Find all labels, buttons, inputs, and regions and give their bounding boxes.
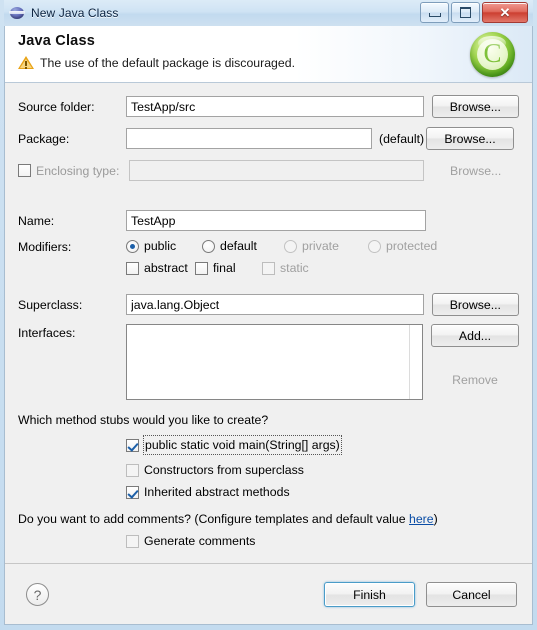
- checkbox-abstract-label: abstract: [144, 261, 188, 275]
- modifier-radio-protected: protected: [368, 239, 437, 253]
- header-message: The use of the default package is discou…: [40, 55, 295, 70]
- package-label: Package:: [18, 131, 70, 146]
- interfaces-row: Interfaces: Add... Remove: [18, 324, 519, 400]
- checkbox-final-label: final: [213, 261, 236, 275]
- superclass-label: Superclass:: [18, 297, 83, 312]
- stub-main-method-option[interactable]: public static void main(String[] args): [126, 435, 519, 455]
- interfaces-remove-button: Remove: [431, 368, 519, 391]
- modifier-radio-default[interactable]: default: [202, 239, 284, 253]
- maximize-button[interactable]: [451, 2, 480, 23]
- interfaces-listbox[interactable]: [126, 324, 423, 400]
- name-row: Name:: [18, 210, 519, 231]
- title-bar[interactable]: New Java Class ✕: [4, 0, 533, 26]
- package-default-hint: (default): [379, 131, 425, 146]
- modifier-checkbox-abstract[interactable]: abstract: [126, 261, 195, 275]
- new-java-class-dialog: New Java Class ✕ Java Class The use of t…: [0, 0, 537, 630]
- form-body: Source folder: Browse... Package: (defau…: [5, 95, 532, 576]
- wizard-header: Java Class The use of the default packag…: [5, 26, 532, 83]
- minimize-button[interactable]: [420, 2, 449, 23]
- method-stubs-question: Which method stubs would you like to cre…: [18, 413, 269, 427]
- stub-main-method-label: public static void main(String[] args): [145, 438, 340, 452]
- modifier-radio-private: private: [284, 239, 368, 253]
- window-title: New Java Class: [31, 6, 119, 20]
- source-folder-row: Source folder: Browse...: [18, 95, 519, 118]
- dialog-client-area: Java Class The use of the default packag…: [4, 26, 533, 625]
- interfaces-label: Interfaces:: [18, 326, 76, 340]
- enclosing-type-browse-button: Browse...: [432, 159, 519, 182]
- superclass-row: Superclass: Browse...: [18, 293, 519, 316]
- dialog-footer: ? Finish Cancel: [5, 563, 532, 624]
- radio-protected-indicator: [368, 239, 381, 253]
- source-folder-label: Source folder:: [18, 99, 95, 114]
- checkbox-inherited-indicator: [126, 485, 139, 499]
- cancel-button[interactable]: Cancel: [426, 582, 517, 607]
- stub-inherited-option[interactable]: Inherited abstract methods: [126, 485, 519, 499]
- comments-question-before: Do you want to add comments? (Configure …: [18, 512, 409, 526]
- close-button[interactable]: ✕: [482, 2, 528, 23]
- superclass-browse-button[interactable]: Browse...: [431, 293, 519, 316]
- checkbox-abstract-indicator: [126, 261, 139, 275]
- source-folder-browse-button[interactable]: Browse...: [431, 95, 519, 118]
- stub-constructors-option[interactable]: Constructors from superclass: [126, 463, 519, 477]
- comments-question: Do you want to add comments? (Configure …: [18, 512, 519, 526]
- checkbox-constructors-indicator: [126, 463, 139, 477]
- eclipse-sphere-icon: [9, 5, 25, 21]
- page-title: Java Class: [18, 33, 95, 49]
- checkbox-main-method-indicator: [126, 438, 139, 452]
- close-icon: ✕: [499, 5, 511, 20]
- package-browse-button[interactable]: Browse...: [426, 127, 514, 150]
- checkbox-generate-comments-indicator: [126, 534, 139, 548]
- radio-default-indicator: [202, 239, 215, 253]
- radio-private-label: private: [302, 239, 339, 253]
- stub-inherited-label: Inherited abstract methods: [144, 485, 290, 499]
- radio-private-indicator: [284, 239, 297, 253]
- minimize-icon: [428, 12, 441, 17]
- enclosing-type-row: Enclosing type: Browse...: [18, 159, 519, 182]
- interfaces-add-button[interactable]: Add...: [431, 324, 519, 347]
- modifier-checkbox-static: static: [262, 261, 309, 275]
- enclosing-type-checkbox[interactable]: [18, 164, 31, 177]
- header-message-row: The use of the default package is discou…: [18, 55, 532, 70]
- source-folder-input[interactable]: [126, 96, 424, 117]
- stub-constructors-label: Constructors from superclass: [144, 463, 304, 477]
- checkbox-static-indicator: [262, 261, 275, 275]
- method-stubs-section: Which method stubs would you like to cre…: [18, 413, 519, 499]
- finish-button[interactable]: Finish: [324, 582, 415, 607]
- modifier-checkbox-final[interactable]: final: [195, 261, 262, 275]
- generate-comments-label: Generate comments: [144, 534, 256, 548]
- window-controls: ✕: [420, 2, 528, 23]
- modifiers-label: Modifiers:: [18, 240, 72, 254]
- radio-protected-label: protected: [386, 239, 438, 253]
- name-label: Name:: [18, 213, 55, 228]
- name-input[interactable]: [126, 210, 426, 231]
- maximize-icon: [460, 7, 471, 18]
- main-method-focus-outline: public static void main(String[] args): [143, 435, 342, 455]
- radio-public-indicator: [126, 239, 139, 253]
- package-row: Package: (default) Browse...: [18, 127, 519, 150]
- package-input[interactable]: [126, 128, 372, 149]
- enclosing-type-label: Enclosing type:: [36, 163, 120, 178]
- modifier-radio-public[interactable]: public: [126, 239, 202, 253]
- radio-public-label: public: [144, 239, 177, 253]
- modifiers-row: Modifiers: public default private protec…: [18, 239, 519, 275]
- configure-templates-link[interactable]: here: [409, 512, 434, 526]
- checkbox-static-label: static: [280, 261, 309, 275]
- help-icon[interactable]: ?: [26, 583, 49, 606]
- interfaces-listbox-scroll-divider: [409, 325, 410, 399]
- comments-question-after: ): [433, 512, 438, 526]
- checkbox-final-indicator: [195, 261, 208, 275]
- comments-section: Do you want to add comments? (Configure …: [18, 512, 519, 548]
- java-class-green-c-icon: C: [470, 32, 515, 77]
- radio-default-label: default: [220, 239, 257, 253]
- superclass-input[interactable]: [126, 294, 424, 315]
- generate-comments-option[interactable]: Generate comments: [126, 534, 519, 548]
- warning-triangle-icon: [18, 55, 34, 70]
- enclosing-type-input[interactable]: [129, 160, 425, 181]
